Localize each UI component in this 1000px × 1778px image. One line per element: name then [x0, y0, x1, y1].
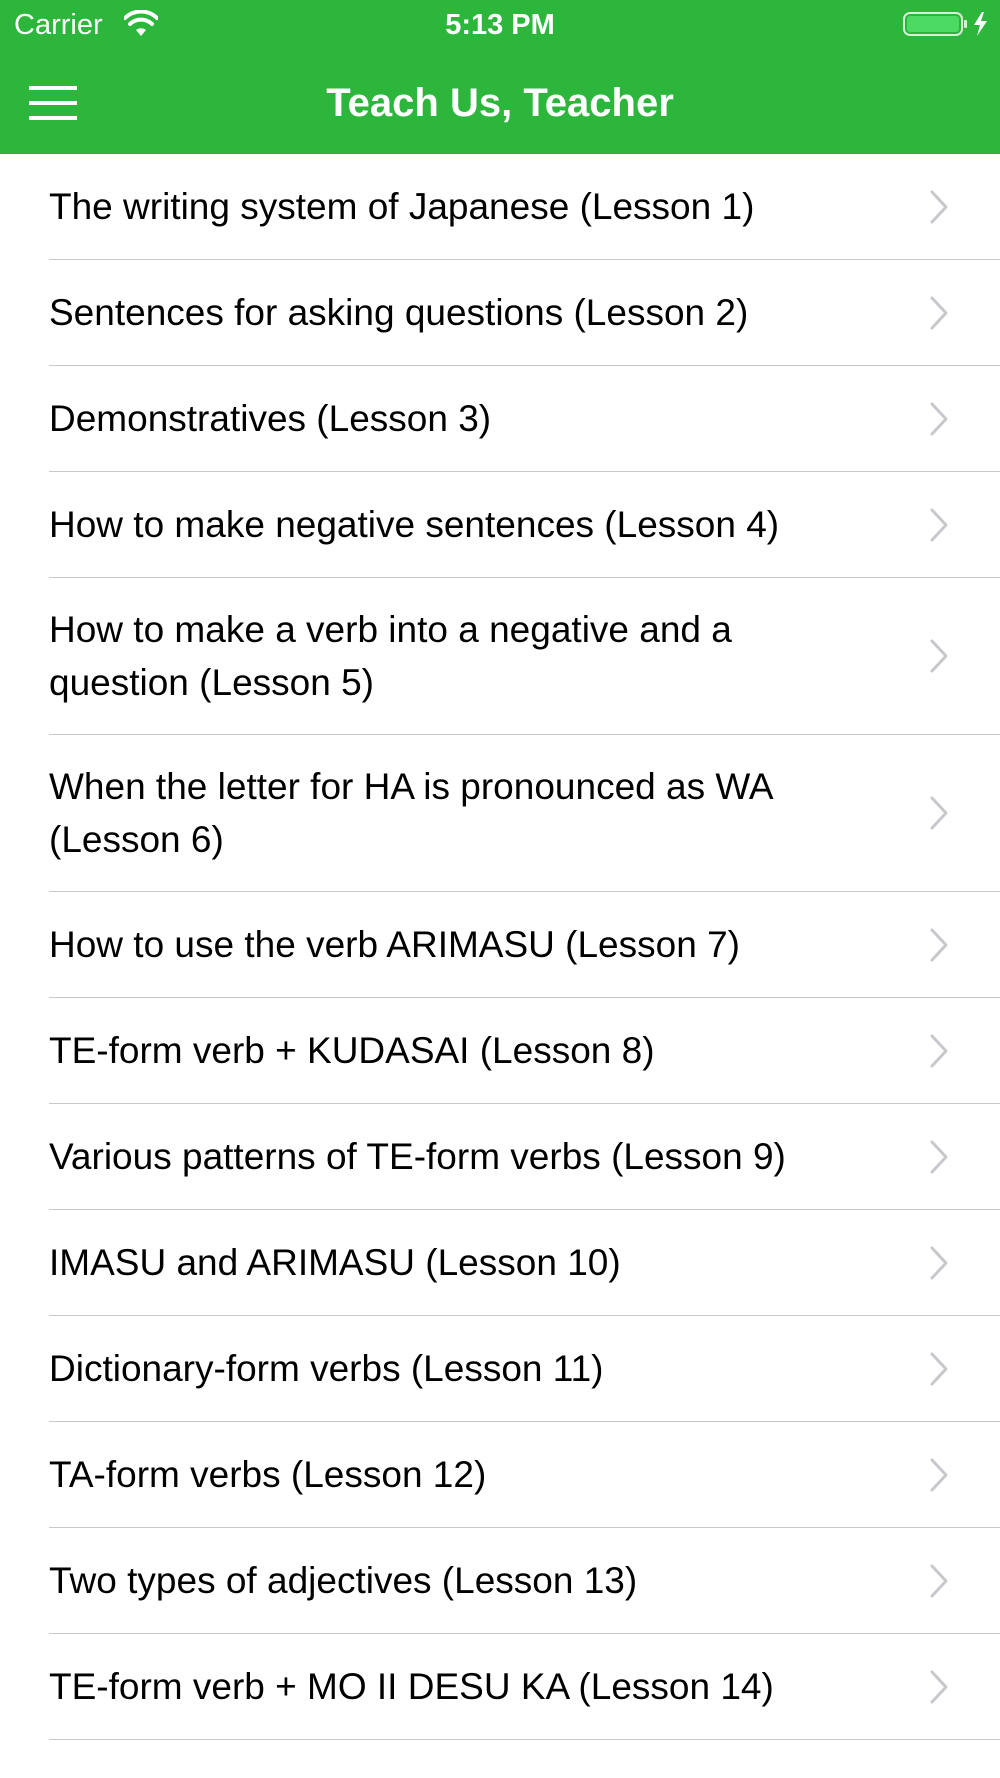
lesson-row-4[interactable]: How to make negative sentences (Lesson 4…: [49, 472, 1000, 578]
chevron-right-icon: [930, 1458, 948, 1491]
chevron-right-icon: [930, 928, 948, 961]
lesson-label: Demonstratives (Lesson 3): [49, 398, 492, 439]
lesson-label: The writing system of Japanese (Lesson 1…: [49, 186, 755, 227]
lesson-row-7[interactable]: How to use the verb ARIMASU (Lesson 7): [49, 892, 1000, 998]
lesson-row-6[interactable]: When the letter for HA is pronounced as …: [49, 735, 1000, 892]
lesson-label: IMASU and ARIMASU (Lesson 10): [49, 1242, 621, 1283]
navigation-bar: Teach Us, Teacher: [0, 50, 1000, 154]
lesson-row-11[interactable]: Dictionary-form verbs (Lesson 11): [49, 1316, 1000, 1422]
lesson-row-3[interactable]: Demonstratives (Lesson 3): [49, 366, 1000, 472]
lesson-row-12[interactable]: TA-form verbs (Lesson 12): [49, 1422, 1000, 1528]
lesson-row-2[interactable]: Sentences for asking questions (Lesson 2…: [49, 260, 1000, 366]
lesson-row-10[interactable]: IMASU and ARIMASU (Lesson 10): [49, 1210, 1000, 1316]
page-title: Teach Us, Teacher: [326, 81, 674, 125]
lesson-label: Various patterns of TE-form verbs (Lesso…: [49, 1136, 786, 1177]
chevron-right-icon: [930, 402, 948, 435]
chevron-right-icon: [930, 1352, 948, 1385]
lesson-row-1[interactable]: The writing system of Japanese (Lesson 1…: [49, 154, 1000, 260]
lesson-row-13[interactable]: Two types of adjectives (Lesson 13): [49, 1528, 1000, 1634]
chevron-right-icon: [930, 1246, 948, 1279]
lesson-label: How to use the verb ARIMASU (Lesson 7): [49, 924, 740, 965]
chevron-right-icon: [930, 639, 948, 673]
chevron-right-icon: [930, 1670, 948, 1703]
lesson-label: How to make negative sentences (Lesson 4…: [49, 504, 780, 545]
chevron-right-icon: [930, 1564, 948, 1597]
charging-bolt-icon: [974, 12, 987, 36]
battery-icon: [903, 12, 987, 36]
chevron-right-icon: [930, 796, 948, 830]
status-bar: Carrier 5:13 PM: [0, 0, 1000, 50]
lesson-label: When the letter for HA is pronounced as …: [49, 766, 772, 860]
lesson-label: TA-form verbs (Lesson 12): [49, 1454, 487, 1495]
lesson-label: TE-form verb + MO II DESU KA (Lesson 14): [49, 1666, 774, 1707]
chevron-right-icon: [930, 508, 948, 541]
lesson-row-5[interactable]: How to make a verb into a negative and a…: [49, 578, 1000, 735]
lesson-list: The writing system of Japanese (Lesson 1…: [0, 154, 1000, 1740]
status-time: 5:13 PM: [445, 9, 555, 41]
lesson-label: How to make a verb into a negative and a…: [49, 609, 732, 703]
chevron-right-icon: [930, 190, 948, 223]
chevron-right-icon: [930, 1140, 948, 1173]
lesson-label: Two types of adjectives (Lesson 13): [49, 1560, 638, 1601]
lesson-label: TE-form verb + KUDASAI (Lesson 8): [49, 1030, 655, 1071]
chevron-right-icon: [930, 296, 948, 329]
lesson-row-8[interactable]: TE-form verb + KUDASAI (Lesson 8): [49, 998, 1000, 1104]
chevron-right-icon: [930, 1034, 948, 1067]
lesson-label: Dictionary-form verbs (Lesson 11): [49, 1348, 604, 1389]
lesson-label: Sentences for asking questions (Lesson 2…: [49, 292, 749, 333]
lesson-row-14[interactable]: TE-form verb + MO II DESU KA (Lesson 14): [49, 1634, 1000, 1740]
lesson-row-9[interactable]: Various patterns of TE-form verbs (Lesso…: [49, 1104, 1000, 1210]
